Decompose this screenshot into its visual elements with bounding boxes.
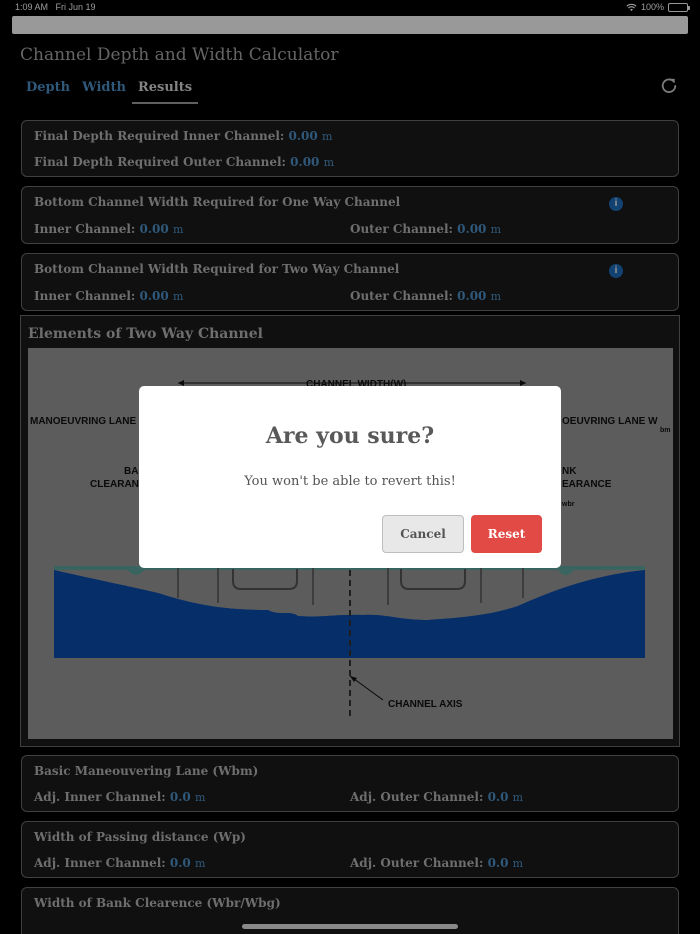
cancel-button[interactable]: Cancel xyxy=(382,515,464,553)
home-indicator xyxy=(242,924,458,929)
dialog-message: You won't be able to revert this! xyxy=(244,474,456,489)
dialog-title: Are you sure? xyxy=(265,423,435,449)
reset-button[interactable]: Reset xyxy=(471,515,542,553)
confirm-dialog: Are you sure? You won't be able to rever… xyxy=(139,386,561,568)
